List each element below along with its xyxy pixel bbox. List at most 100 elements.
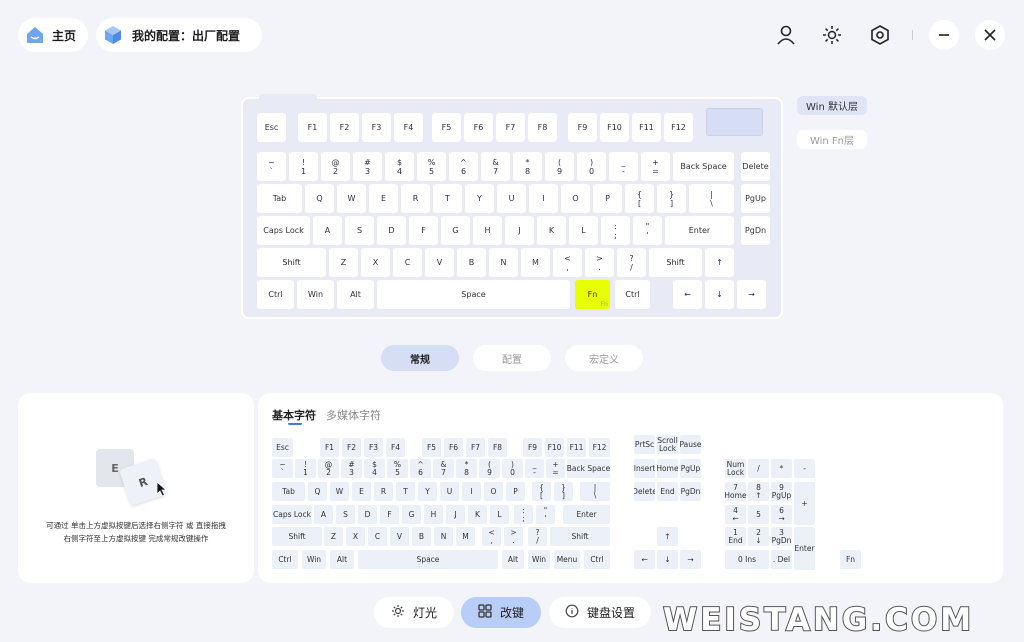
key[interactable]: ) 0 <box>502 459 523 478</box>
key[interactable]: Shift <box>257 248 326 277</box>
key[interactable]: F2 <box>342 438 361 457</box>
key[interactable]: S <box>345 216 374 245</box>
key[interactable]: PgDn <box>680 482 701 501</box>
key[interactable]: <, <box>553 248 582 277</box>
key[interactable]: H <box>473 216 502 245</box>
key[interactable]: Shift <box>272 527 322 546</box>
key[interactable]: Shift <box>550 527 610 546</box>
key[interactable]: ! 1 <box>289 152 318 181</box>
nav-remap[interactable]: 改键 <box>461 597 541 628</box>
key[interactable]: F5 <box>432 113 461 142</box>
key[interactable]: R <box>401 184 430 213</box>
key[interactable]: & 7 <box>481 152 510 181</box>
key[interactable]: Ctrl <box>584 550 610 569</box>
key[interactable]: Home <box>657 459 678 478</box>
key[interactable]: Win <box>528 550 550 569</box>
key[interactable]: ? / <box>617 248 646 277</box>
key[interactable]: F7 <box>496 113 525 142</box>
key[interactable]: F7 <box>466 438 485 457</box>
user-icon[interactable] <box>772 21 800 49</box>
key[interactable]: K <box>537 216 566 245</box>
key[interactable]: >. <box>504 527 523 546</box>
key[interactable]: K <box>468 505 487 524</box>
key[interactable]: Back Space <box>673 152 734 181</box>
key[interactable]: " ' <box>536 505 555 524</box>
key[interactable]: J <box>446 505 465 524</box>
key[interactable]: {[ <box>625 184 654 213</box>
key[interactable]: D <box>358 505 377 524</box>
key[interactable]: W <box>330 482 349 501</box>
key[interactable]: G <box>441 216 470 245</box>
key[interactable]: T <box>433 184 462 213</box>
key[interactable]: {[ <box>532 482 551 501</box>
minimize-button[interactable] <box>929 20 959 50</box>
key[interactable]: ↓ <box>657 550 678 569</box>
key[interactable]: Shift <box>649 248 702 277</box>
key[interactable]: Caps Lock <box>257 216 310 245</box>
key[interactable]: F8 <box>528 113 557 142</box>
key[interactable]: F2 <box>330 113 359 142</box>
key[interactable]: F9 <box>523 438 542 457</box>
tab-macro[interactable]: 宏定义 <box>565 345 643 371</box>
key[interactable]: 8 ↑ <box>748 482 769 501</box>
key[interactable]: Z <box>329 248 358 277</box>
close-button[interactable] <box>975 20 1005 50</box>
key[interactable]: Enter <box>563 505 610 524</box>
key[interactable]: F10 <box>600 113 629 142</box>
key[interactable]: * 8 <box>513 152 542 181</box>
key[interactable]: @2 <box>321 152 350 181</box>
key[interactable]: Pause <box>680 435 701 454</box>
key[interactable]: Enter <box>665 216 734 245</box>
key[interactable]: → <box>737 280 766 309</box>
key[interactable]: I <box>462 482 481 501</box>
key[interactable]: E <box>352 482 371 501</box>
key[interactable]: F11 <box>632 113 661 142</box>
brightness-icon[interactable] <box>818 21 846 49</box>
key[interactable]: S <box>336 505 355 524</box>
key[interactable]: F12 <box>589 438 610 457</box>
key[interactable]: ~ ` <box>257 152 286 181</box>
key[interactable]: Enter <box>794 527 815 570</box>
key[interactable]: _ - <box>525 459 544 478</box>
key[interactable]: F3 <box>364 438 383 457</box>
key[interactable]: O <box>484 482 503 501</box>
nav-lighting[interactable]: 灯光 <box>374 597 454 628</box>
key[interactable]: X <box>346 527 365 546</box>
key[interactable]: F6 <box>464 113 493 142</box>
key[interactable]: . Del <box>771 550 792 569</box>
key[interactable]: + = <box>546 459 565 478</box>
key[interactable]: 7 Home <box>725 482 746 501</box>
key[interactable]: V <box>390 527 409 546</box>
key[interactable]: Menu <box>554 550 580 569</box>
key[interactable]: Alt <box>330 550 354 569</box>
key[interactable]: 6 → <box>771 505 792 524</box>
key[interactable]: H <box>424 505 443 524</box>
key[interactable]: PgUp <box>680 459 701 478</box>
key[interactable]: F10 <box>545 438 564 457</box>
key[interactable]: P <box>593 184 622 213</box>
key[interactable]: M <box>456 527 475 546</box>
key[interactable]: PgDn <box>741 216 770 245</box>
key[interactable]: Esc <box>257 113 286 142</box>
key[interactable]: C <box>393 248 422 277</box>
tab-basic-chars[interactable]: 基本字符 <box>272 407 316 423</box>
key[interactable]: L <box>490 505 509 524</box>
key[interactable]: Ctrl <box>257 280 294 309</box>
key[interactable]: | \ <box>689 184 734 213</box>
key[interactable]: ? / <box>528 527 547 546</box>
key[interactable]: 2 ↓ <box>748 527 769 546</box>
key[interactable]: C <box>368 527 387 546</box>
key[interactable]: Back Space <box>567 459 610 478</box>
key[interactable]: 1 End <box>725 527 746 546</box>
key[interactable]: PgUp <box>741 184 770 213</box>
key[interactable]: N <box>434 527 453 546</box>
key[interactable]: _ - <box>609 152 638 181</box>
home-button[interactable]: 主页 <box>18 18 88 52</box>
key[interactable]: ! 1 <box>295 459 316 478</box>
key[interactable]: Space <box>358 550 498 569</box>
key[interactable]: F4 <box>386 438 405 457</box>
key[interactable]: Q <box>305 184 334 213</box>
key[interactable]: F3 <box>362 113 391 142</box>
key[interactable]: Ctrl <box>272 550 298 569</box>
key[interactable]: J <box>505 216 534 245</box>
